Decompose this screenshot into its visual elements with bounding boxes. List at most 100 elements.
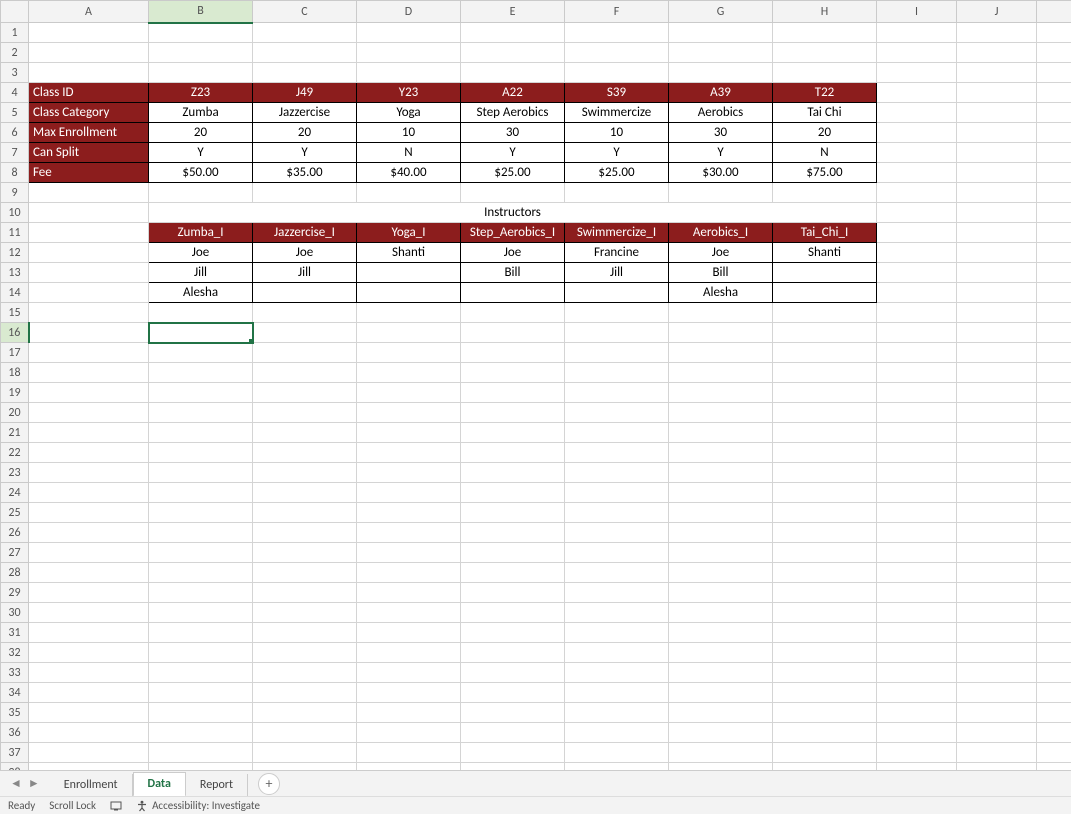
cell-K17[interactable]	[1037, 343, 1071, 363]
cell-H26[interactable]	[773, 523, 877, 543]
cell-J3[interactable]	[957, 63, 1037, 83]
row-header-23[interactable]: 23	[1, 463, 29, 483]
cell-G3[interactable]	[669, 63, 773, 83]
cell-D9[interactable]	[357, 183, 461, 203]
cell-I34[interactable]	[877, 683, 957, 703]
cell-I5[interactable]	[877, 103, 957, 123]
cell-J19[interactable]	[957, 383, 1037, 403]
cell-A3[interactable]	[29, 63, 149, 83]
cell-K11[interactable]	[1037, 223, 1071, 243]
cell-D8[interactable]: $40.00	[357, 163, 461, 183]
cell-C25[interactable]	[253, 503, 357, 523]
cell-D26[interactable]	[357, 523, 461, 543]
cell-J31[interactable]	[957, 623, 1037, 643]
cell-B33[interactable]	[149, 663, 253, 683]
cell-E28[interactable]	[461, 563, 565, 583]
cell-D4[interactable]: Y23	[357, 83, 461, 103]
cell-E17[interactable]	[461, 343, 565, 363]
sheet-tab-report[interactable]: Report	[186, 774, 248, 796]
cell-J13[interactable]	[957, 263, 1037, 283]
cell-I26[interactable]	[877, 523, 957, 543]
cell-A4[interactable]: Class ID	[29, 83, 149, 103]
cell-F8[interactable]: $25.00	[565, 163, 669, 183]
cell-D22[interactable]	[357, 443, 461, 463]
cell-F14[interactable]	[565, 283, 669, 303]
row-header-21[interactable]: 21	[1, 423, 29, 443]
cell-D34[interactable]	[357, 683, 461, 703]
cell-G11[interactable]: Aerobics_I	[669, 223, 773, 243]
cell-D33[interactable]	[357, 663, 461, 683]
cell-I11[interactable]	[877, 223, 957, 243]
cell-C5[interactable]: Jazzercise	[253, 103, 357, 123]
cell-K7[interactable]	[1037, 143, 1071, 163]
cell-J34[interactable]	[957, 683, 1037, 703]
cell-F17[interactable]	[565, 343, 669, 363]
cell-K20[interactable]	[1037, 403, 1071, 423]
row-header-20[interactable]: 20	[1, 403, 29, 423]
cell-K25[interactable]	[1037, 503, 1071, 523]
row-header-32[interactable]: 32	[1, 643, 29, 663]
cell-D28[interactable]	[357, 563, 461, 583]
row-header-14[interactable]: 14	[1, 283, 29, 303]
cell-H1[interactable]	[773, 23, 877, 43]
cell-B6[interactable]: 20	[149, 123, 253, 143]
col-header-B[interactable]: B	[149, 1, 253, 23]
cell-A16[interactable]	[29, 323, 149, 343]
cell-I21[interactable]	[877, 423, 957, 443]
cell-I17[interactable]	[877, 343, 957, 363]
cell-I23[interactable]	[877, 463, 957, 483]
row-header-4[interactable]: 4	[1, 83, 29, 103]
cell-G21[interactable]	[669, 423, 773, 443]
cell-F26[interactable]	[565, 523, 669, 543]
cell-A25[interactable]	[29, 503, 149, 523]
cell-K15[interactable]	[1037, 303, 1071, 323]
cell-G33[interactable]	[669, 663, 773, 683]
cell-F29[interactable]	[565, 583, 669, 603]
cell-D1[interactable]	[357, 23, 461, 43]
cell-G8[interactable]: $30.00	[669, 163, 773, 183]
cell-J30[interactable]	[957, 603, 1037, 623]
cell-C22[interactable]	[253, 443, 357, 463]
cell-K14[interactable]	[1037, 283, 1071, 303]
cell-J8[interactable]	[957, 163, 1037, 183]
cell-I30[interactable]	[877, 603, 957, 623]
row-header-27[interactable]: 27	[1, 543, 29, 563]
cell-K21[interactable]	[1037, 423, 1071, 443]
col-header-A[interactable]: A	[29, 1, 149, 23]
row-header-10[interactable]: 10	[1, 203, 29, 223]
cell-A34[interactable]	[29, 683, 149, 703]
cell-K28[interactable]	[1037, 563, 1071, 583]
cell-B9[interactable]	[149, 183, 253, 203]
col-header-F[interactable]: F	[565, 1, 669, 23]
cell-A9[interactable]	[29, 183, 149, 203]
cell-J5[interactable]	[957, 103, 1037, 123]
row-header-7[interactable]: 7	[1, 143, 29, 163]
column-header-row[interactable]: A B C D E F G H I J K	[1, 1, 1071, 23]
cell-I6[interactable]	[877, 123, 957, 143]
cell-I4[interactable]	[877, 83, 957, 103]
cell-H30[interactable]	[773, 603, 877, 623]
cell-I18[interactable]	[877, 363, 957, 383]
cell-I33[interactable]	[877, 663, 957, 683]
cell-F36[interactable]	[565, 723, 669, 743]
cell-C11[interactable]: Jazzercise_I	[253, 223, 357, 243]
cell-H15[interactable]	[773, 303, 877, 323]
cell-F30[interactable]	[565, 603, 669, 623]
cell-A10[interactable]	[29, 203, 149, 223]
cell-J10[interactable]	[957, 203, 1037, 223]
cell-G19[interactable]	[669, 383, 773, 403]
cell-F11[interactable]: Swimmercize_I	[565, 223, 669, 243]
cell-K5[interactable]	[1037, 103, 1071, 123]
cell-F9[interactable]	[565, 183, 669, 203]
cell-G34[interactable]	[669, 683, 773, 703]
cell-D14[interactable]	[357, 283, 461, 303]
cell-G29[interactable]	[669, 583, 773, 603]
cell-D19[interactable]	[357, 383, 461, 403]
cell-E16[interactable]	[461, 323, 565, 343]
cell-E6[interactable]: 30	[461, 123, 565, 143]
row-header-29[interactable]: 29	[1, 583, 29, 603]
cell-B24[interactable]	[149, 483, 253, 503]
cell-D11[interactable]: Yoga_I	[357, 223, 461, 243]
cell-I35[interactable]	[877, 703, 957, 723]
cell-G26[interactable]	[669, 523, 773, 543]
